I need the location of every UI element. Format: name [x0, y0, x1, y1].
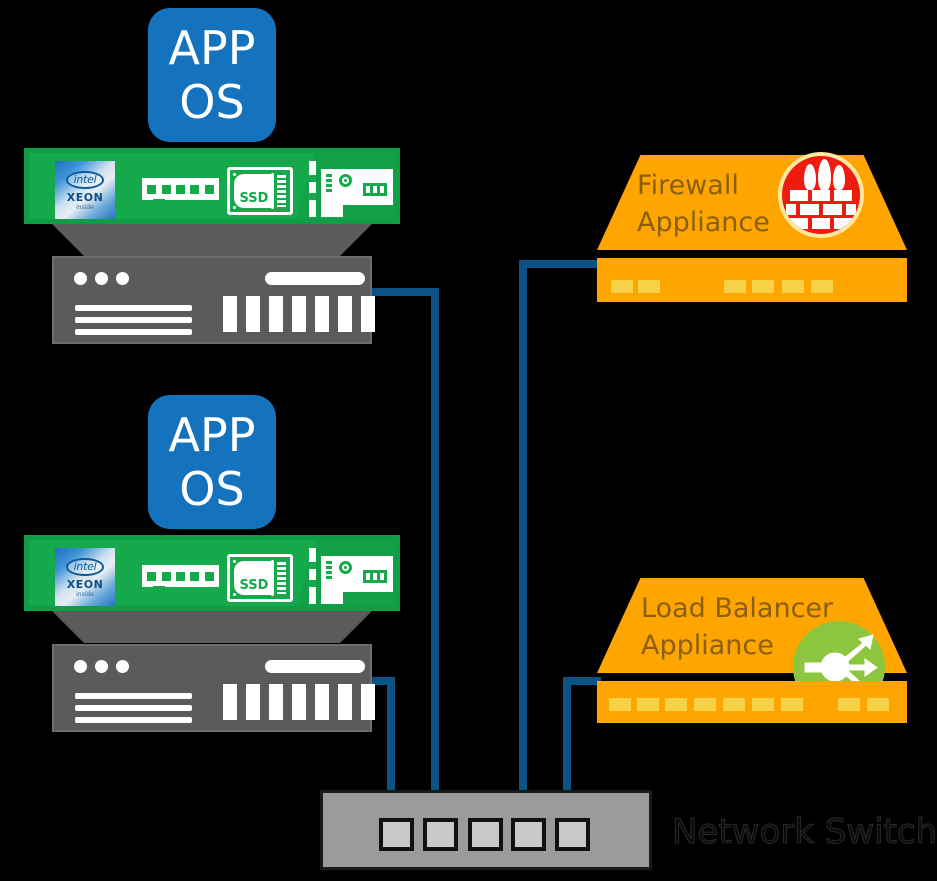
network-switch-label: Network Switch: [671, 812, 937, 853]
network-card-icon: [309, 548, 393, 604]
server-1-os-label: OS: [179, 75, 245, 129]
cable-server1-vertical: [431, 288, 439, 820]
server-2-riser: [52, 611, 372, 643]
cable-server1-horizontal: [372, 288, 439, 296]
ssd-label: SSD: [239, 191, 269, 206]
server-1-app-label: APP: [168, 20, 256, 75]
firewall-port: [611, 280, 633, 293]
ssd-icon: SSD: [227, 554, 293, 602]
intel-brand-label: intel: [65, 558, 105, 576]
server-2-chassis[interactable]: [52, 644, 375, 732]
intel-xeon-cpu-icon: intel XEON inside: [55, 161, 115, 219]
network-card-icon: [309, 161, 393, 217]
firewall-appliance-base[interactable]: [597, 258, 907, 302]
xeon-family-label: XEON: [66, 578, 104, 591]
server-2-appos-tile[interactable]: APP OS: [148, 395, 276, 529]
load-balancer-appliance-base[interactable]: [597, 681, 907, 723]
ram-icon: [142, 178, 219, 204]
intel-xeon-cpu-icon: intel XEON inside: [55, 548, 115, 606]
intel-inside-label: inside: [76, 591, 94, 598]
xeon-family-label: XEON: [66, 191, 104, 204]
server-2-app-label: APP: [168, 407, 256, 462]
load-balancer-port: [665, 698, 687, 711]
firewall-port: [724, 280, 746, 293]
intel-inside-label: inside: [76, 204, 94, 211]
switch-port-1[interactable]: [379, 818, 414, 851]
firewall-appliance-label: Firewall Appliance: [637, 167, 770, 242]
load-balancer-port: [609, 698, 631, 711]
load-balancer-port: [694, 698, 716, 711]
switch-port-4[interactable]: [511, 818, 546, 851]
switch-port-3[interactable]: [468, 818, 503, 851]
network-switch-body[interactable]: [320, 790, 652, 870]
firewall-brick-flame-icon: [778, 152, 864, 238]
switch-port-5[interactable]: [555, 818, 590, 851]
load-balancer-port: [637, 698, 659, 711]
server-2-motherboard[interactable]: intel XEON inside SSD: [24, 535, 400, 611]
load-balancer-port: [867, 698, 889, 711]
load-balancer-port: [752, 698, 774, 711]
ssd-icon: SSD: [227, 167, 293, 215]
server-1-riser: [52, 224, 372, 256]
switch-port-2[interactable]: [423, 818, 458, 851]
firewall-label-line2: Appliance: [637, 207, 770, 239]
server-1-motherboard[interactable]: intel XEON inside SSD: [24, 148, 400, 224]
network-diagram-canvas: APP OS intel XEON inside SSD APP OS inte…: [0, 0, 937, 881]
load-balancer-port: [723, 698, 745, 711]
server-1-appos-tile[interactable]: APP OS: [148, 8, 276, 142]
ssd-label: SSD: [239, 578, 269, 593]
ram-icon: [142, 565, 219, 591]
server-1-chassis[interactable]: [52, 256, 375, 344]
intel-brand-label: intel: [65, 171, 105, 189]
cable-firewall-horizontal: [519, 260, 597, 268]
load-balancer-port: [781, 698, 803, 711]
firewall-port: [782, 280, 804, 293]
load-balancer-port: [838, 698, 860, 711]
cable-firewall-vertical: [519, 260, 527, 820]
server-2-os-label: OS: [179, 462, 245, 516]
firewall-port: [638, 280, 660, 293]
firewall-label-line1: Firewall: [637, 170, 739, 201]
firewall-port: [752, 280, 774, 293]
firewall-port: [811, 280, 833, 293]
